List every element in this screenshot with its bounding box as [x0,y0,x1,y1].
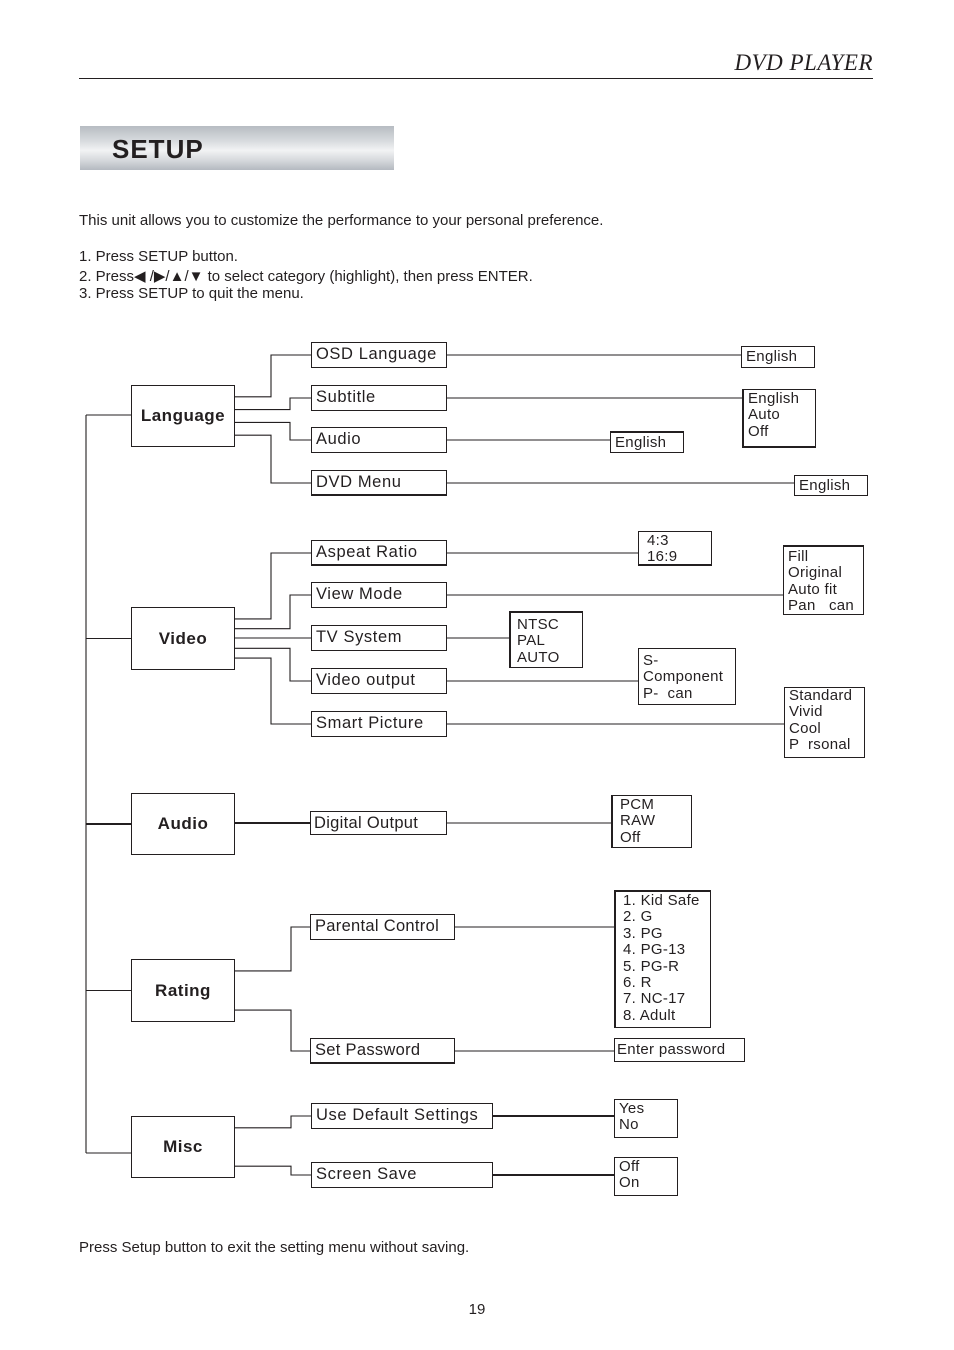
option: No [619,1116,639,1134]
option: 4:3 [647,532,669,549]
option: English [746,348,798,365]
category-label: Language [140,406,226,425]
step-2: 2. Press◀ /▶/▲/▼ to select category (hig… [79,268,533,285]
options-aspect-ratio: 4:3 16:9 [638,531,712,566]
menu-item-tv-system: TV System [311,625,447,651]
option: 8. Adult [623,1006,676,1024]
category-video: Video [131,607,235,670]
category-audio: Audio [131,793,235,855]
options-osd-language: English [741,346,815,368]
option: Off [619,1158,640,1175]
options-tv-system: NTSC PAL AUTO [509,611,583,668]
options-view-mode: Fill Original Auto fit Pan can [783,545,864,615]
option: PCM [620,796,655,813]
header-divider [79,78,873,79]
option: Auto [748,406,781,424]
option: English [615,434,667,451]
option: RAW [620,812,656,830]
option: Pan can [788,597,855,615]
category-to-item-line [235,434,311,484]
category-to-item-line [235,421,311,441]
options-use-default-settings: Yes No [614,1099,678,1138]
option: 3. PG [623,924,663,942]
option: 2. G [623,908,653,926]
option: 16:9 [647,548,678,566]
step-1: 1. Press SETUP button. [79,248,238,265]
options-parental-control: 1. Kid Safe 2. G 3. PG 4. PG-13 5. PG-R … [614,890,711,1028]
menu-item-aspect-ratio: Aspeat Ratio [311,540,447,566]
options-screen-save: Off On [614,1157,678,1196]
menu-item-digital-output: Digital Output [310,811,447,835]
menu-item-screen-save: Screen Save [311,1162,493,1188]
category-language: Language [131,385,235,447]
category-misc: Misc [131,1116,235,1178]
option: English [799,477,851,494]
options-dvd-menu: English [794,475,868,496]
option: Standard [789,687,853,704]
option: Yes [619,1100,645,1117]
category-label: Rating [155,980,211,1000]
category-rating: Rating [131,959,235,1022]
option: Off [620,828,641,846]
option: English [748,390,800,407]
option: 1. Kid Safe [623,892,700,909]
menu-item-dvd-menu: DVD Menu [311,470,447,496]
menu-item-smart-picture: Smart Picture [311,711,447,737]
category-to-item-line [235,1165,311,1176]
option: Auto fit [788,580,838,598]
option: 5. PG-R [623,957,680,975]
category-label: Misc [163,1137,203,1156]
menu-item-use-default-settings: Use Default Settings [311,1103,493,1129]
option: Vivid [789,703,823,721]
option: NTSC [517,616,560,633]
step-3: 3. Press SETUP to quit the menu. [79,285,304,302]
option: Cool [789,719,822,737]
menu-item-osd-language: OSD Language [311,342,447,368]
option: AUTO [517,648,560,666]
options-digital-output: PCM RAW Off [611,795,692,848]
category-label: Video [158,628,208,648]
menu-item-view-mode: View Mode [311,582,447,608]
category-to-item-line [235,1009,310,1052]
menu-item-audio-language: Audio [311,427,447,453]
option: Off [748,422,769,440]
menu-item-video-output: Video output [311,668,447,694]
options-subtitle: English Auto Off [742,389,816,448]
option: 6. R [623,974,652,992]
menu-item-subtitle: Subtitle [311,385,447,411]
category-to-item-line [235,657,311,725]
option: Fill [788,548,809,565]
section-title: SETUP [112,134,204,164]
options-video-output: S- Component P- can [638,648,736,705]
category-to-item-line [235,926,310,972]
option: P rsonal [789,736,851,754]
category-to-item-line [235,594,311,630]
section-banner: SETUP [80,126,394,170]
category-to-item-line [235,552,311,620]
category-label: Audio [157,814,209,833]
option: Enter password [617,1041,726,1058]
options-smart-picture: Standard Vivid Cool P rsonal [784,687,865,758]
option: Component [643,668,724,686]
option: PAL [517,632,546,650]
option: P- can [643,684,693,702]
option: S- [643,652,659,669]
category-to-item-line [235,354,311,398]
footer-note: Press Setup button to exit the setting m… [79,1239,470,1256]
intro-text: This unit allows you to customize the pe… [79,212,604,229]
options-audio-language: English [610,431,684,453]
menu-item-set-password: Set Password [310,1038,455,1064]
category-to-item-line [235,647,311,682]
menu-item-parental-control: Parental Control [310,914,455,940]
header-title: DVD PLAYER [734,50,873,75]
category-to-item-line [235,397,311,411]
category-to-item-line [235,1115,311,1129]
option: Original [788,564,843,582]
option: 4. PG-13 [623,941,686,959]
option: On [619,1174,640,1192]
page-number: 19 [468,1301,486,1318]
option: 7. NC-17 [623,990,686,1008]
options-set-password: Enter password [614,1038,745,1062]
